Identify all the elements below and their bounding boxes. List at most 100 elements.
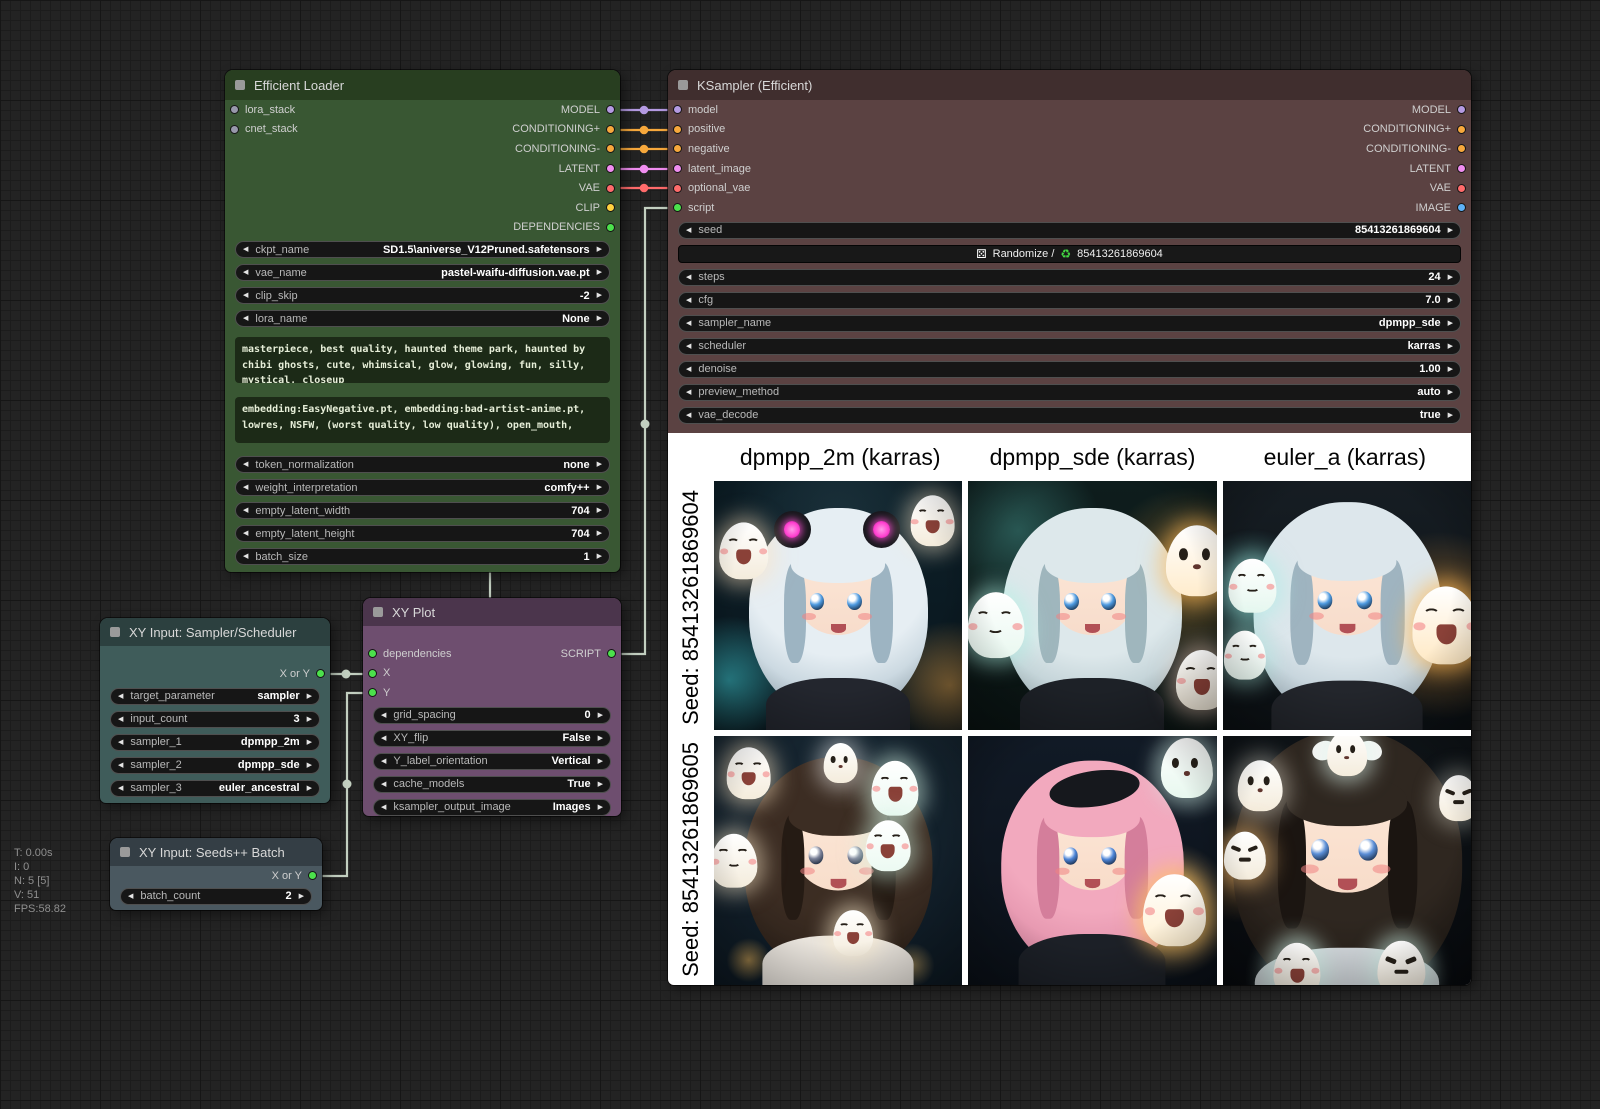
- right-arrow-icon[interactable]: ▶: [598, 758, 603, 765]
- left-arrow-icon[interactable]: ◀: [686, 297, 691, 304]
- randomize-seed-button[interactable]: ⚄ Randomize / ♻ 85413261869604: [678, 245, 1461, 263]
- right-arrow-icon[interactable]: ▶: [307, 739, 312, 746]
- widget-Y_label_orientation[interactable]: ◀Y_label_orientationVertical▶: [373, 753, 611, 770]
- left-arrow-icon[interactable]: ◀: [118, 762, 123, 769]
- collapse-box-icon[interactable]: [235, 80, 245, 90]
- widget-clip_skip[interactable]: ◀clip_skip-2▶: [235, 287, 610, 304]
- left-arrow-icon[interactable]: ◀: [381, 804, 386, 811]
- right-arrow-icon[interactable]: ▶: [597, 315, 602, 322]
- output-port-dot-MODEL[interactable]: [1457, 105, 1466, 114]
- left-arrow-icon[interactable]: ◀: [118, 716, 123, 723]
- right-arrow-icon[interactable]: ▶: [1448, 412, 1453, 419]
- input-port-dot-negative[interactable]: [673, 144, 682, 153]
- collapse-box-icon[interactable]: [120, 847, 130, 857]
- right-arrow-icon[interactable]: ▶: [299, 893, 304, 900]
- right-arrow-icon[interactable]: ▶: [598, 712, 603, 719]
- node-xy-plot[interactable]: XY Plot dependenciesSCRIPTXY ◀grid_spaci…: [363, 598, 621, 816]
- collapse-box-icon[interactable]: [110, 627, 120, 637]
- widget-sampler_1[interactable]: ◀sampler_1dpmpp_2m▶: [110, 734, 320, 751]
- left-arrow-icon[interactable]: ◀: [381, 758, 386, 765]
- widget-cache_models[interactable]: ◀cache_modelsTrue▶: [373, 776, 611, 793]
- widget-empty_latent_height[interactable]: ◀empty_latent_height704▶: [235, 525, 610, 542]
- output-port-dot-MODEL[interactable]: [606, 105, 615, 114]
- right-arrow-icon[interactable]: ▶: [598, 804, 603, 811]
- left-arrow-icon[interactable]: ◀: [243, 507, 248, 514]
- left-arrow-icon[interactable]: ◀: [243, 246, 248, 253]
- input-port-dot-Y[interactable]: [368, 688, 377, 697]
- right-arrow-icon[interactable]: ▶: [597, 553, 602, 560]
- right-arrow-icon[interactable]: ▶: [1448, 343, 1453, 350]
- input-port-dot-script[interactable]: [673, 203, 682, 212]
- left-arrow-icon[interactable]: ◀: [243, 269, 248, 276]
- right-arrow-icon[interactable]: ▶: [597, 292, 602, 299]
- output-port-dot-CLIP[interactable]: [606, 203, 615, 212]
- output-port-dot-SCRIPT[interactable]: [607, 649, 616, 658]
- widget-empty_latent_width[interactable]: ◀empty_latent_width704▶: [235, 502, 610, 519]
- left-arrow-icon[interactable]: ◀: [118, 739, 123, 746]
- left-arrow-icon[interactable]: ◀: [243, 530, 248, 537]
- output-port-dot-LATENT[interactable]: [606, 164, 615, 173]
- node-title-bar[interactable]: XY Plot: [363, 598, 621, 626]
- widget-sampler_2[interactable]: ◀sampler_2dpmpp_sde▶: [110, 757, 320, 774]
- output-port-dot-CONDITIONING-[interactable]: [606, 144, 615, 153]
- right-arrow-icon[interactable]: ▶: [597, 461, 602, 468]
- widget-token_normalization[interactable]: ◀token_normalizationnone▶: [235, 456, 610, 473]
- left-arrow-icon[interactable]: ◀: [243, 484, 248, 491]
- node-efficient-loader[interactable]: Efficient Loader lora_stackMODELcnet_sta…: [225, 70, 620, 572]
- left-arrow-icon[interactable]: ◀: [118, 785, 123, 792]
- left-arrow-icon[interactable]: ◀: [243, 315, 248, 322]
- output-port-dot-LATENT[interactable]: [1457, 164, 1466, 173]
- widget-ksampler_output_image[interactable]: ◀ksampler_output_imageImages▶: [373, 799, 611, 816]
- node-title-bar[interactable]: KSampler (Efficient): [668, 70, 1471, 100]
- output-port-dot-VAE[interactable]: [606, 184, 615, 193]
- widget-XY_flip[interactable]: ◀XY_flipFalse▶: [373, 730, 611, 747]
- widget-seed[interactable]: ◀seed85413261869604▶: [678, 222, 1461, 239]
- right-arrow-icon[interactable]: ▶: [598, 735, 603, 742]
- negative-prompt-textarea[interactable]: embedding:EasyNegative.pt, embedding:bad…: [235, 397, 610, 443]
- input-port-dot-positive[interactable]: [673, 125, 682, 134]
- widget-denoise[interactable]: ◀denoise1.00▶: [678, 361, 1461, 378]
- output-port-dot-DEPENDENCIES[interactable]: [606, 223, 615, 232]
- right-arrow-icon[interactable]: ▶: [597, 484, 602, 491]
- input-port-dot-X[interactable]: [368, 669, 377, 678]
- widget-vae_decode[interactable]: ◀vae_decodetrue▶: [678, 407, 1461, 424]
- right-arrow-icon[interactable]: ▶: [1448, 227, 1453, 234]
- right-arrow-icon[interactable]: ▶: [307, 762, 312, 769]
- positive-prompt-textarea[interactable]: masterpiece, best quality, haunted theme…: [235, 337, 610, 383]
- node-xy-input-seeds-batch[interactable]: XY Input: Seeds++ Batch X or Y ◀batch_co…: [110, 838, 322, 910]
- input-port-dot-latent_image[interactable]: [673, 164, 682, 173]
- widget-cfg[interactable]: ◀cfg7.0▶: [678, 292, 1461, 309]
- right-arrow-icon[interactable]: ▶: [597, 246, 602, 253]
- right-arrow-icon[interactable]: ▶: [597, 269, 602, 276]
- left-arrow-icon[interactable]: ◀: [381, 781, 386, 788]
- widget-weight_interpretation[interactable]: ◀weight_interpretationcomfy++▶: [235, 479, 610, 496]
- widget-scheduler[interactable]: ◀schedulerkarras▶: [678, 338, 1461, 355]
- collapse-box-icon[interactable]: [373, 607, 383, 617]
- output-port-dot-CONDITIONING-[interactable]: [1457, 144, 1466, 153]
- left-arrow-icon[interactable]: ◀: [381, 712, 386, 719]
- left-arrow-icon[interactable]: ◀: [686, 412, 691, 419]
- right-arrow-icon[interactable]: ▶: [307, 693, 312, 700]
- widget-preview_method[interactable]: ◀preview_methodauto▶: [678, 384, 1461, 401]
- output-port-dot-CONDITIONING+[interactable]: [606, 125, 615, 134]
- widget-ckpt_name[interactable]: ◀ckpt_nameSD1.5\aniverse_V12Pruned.safet…: [235, 241, 610, 258]
- right-arrow-icon[interactable]: ▶: [1448, 320, 1453, 327]
- right-arrow-icon[interactable]: ▶: [1448, 274, 1453, 281]
- output-port-dot-VAE[interactable]: [1457, 184, 1466, 193]
- right-arrow-icon[interactable]: ▶: [307, 785, 312, 792]
- widget-batch_size[interactable]: ◀batch_size1▶: [235, 548, 610, 565]
- left-arrow-icon[interactable]: ◀: [686, 274, 691, 281]
- widget-batch_count[interactable]: ◀batch_count2▶: [120, 888, 312, 905]
- left-arrow-icon[interactable]: ◀: [118, 693, 123, 700]
- output-port-dot-IMAGE[interactable]: [1457, 203, 1466, 212]
- left-arrow-icon[interactable]: ◀: [243, 553, 248, 560]
- left-arrow-icon[interactable]: ◀: [381, 735, 386, 742]
- output-port-dot-X or Y[interactable]: [316, 669, 325, 678]
- left-arrow-icon[interactable]: ◀: [243, 461, 248, 468]
- node-title-bar[interactable]: XY Input: Seeds++ Batch: [110, 838, 322, 866]
- left-arrow-icon[interactable]: ◀: [686, 320, 691, 327]
- right-arrow-icon[interactable]: ▶: [597, 530, 602, 537]
- left-arrow-icon[interactable]: ◀: [686, 343, 691, 350]
- widget-sampler_3[interactable]: ◀sampler_3euler_ancestral▶: [110, 780, 320, 797]
- node-graph-canvas[interactable]: Efficient Loader lora_stackMODELcnet_sta…: [0, 0, 1600, 1109]
